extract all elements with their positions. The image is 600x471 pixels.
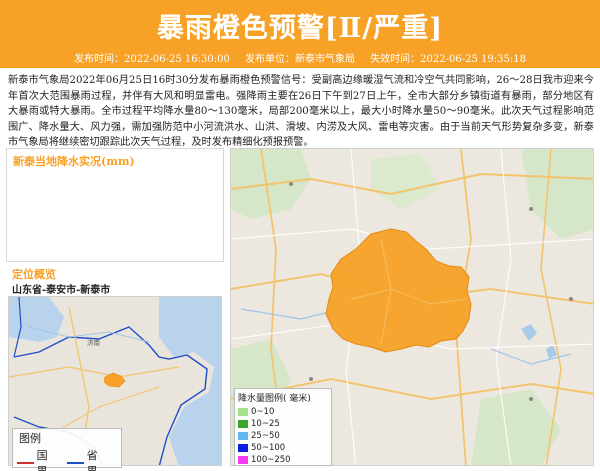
rainfall-panel: 新泰当地降水实况(mm) xyxy=(6,148,224,262)
overview-map-legend: 图例 国界 省界 xyxy=(12,428,122,471)
swatch-100-250 xyxy=(238,456,248,464)
overview-legend-title: 图例 xyxy=(19,432,41,445)
national-border-swatch xyxy=(17,462,34,464)
overview-legend-row: 国界 省界 xyxy=(13,447,121,471)
warning-description: 新泰市气象局2022年06月25日16时30分发布暴雨橙色预警信号：受副高边缘暖… xyxy=(8,75,594,148)
swatch-25-50 xyxy=(238,432,248,440)
provincial-border-label: 省界 xyxy=(86,449,98,471)
rainfall-legend-row: 100~250 xyxy=(235,454,331,466)
swatch-50-100 xyxy=(238,444,248,452)
publish-time: 发布时间：2022-06-25 16:30:00 xyxy=(74,54,230,65)
provincial-border-swatch xyxy=(67,462,84,464)
publish-unit: 发布单位：新泰市气象局 xyxy=(245,54,355,65)
location-title: 定位概览 xyxy=(12,268,56,281)
rainfall-legend-row: 50~100 xyxy=(235,442,331,454)
expire-time: 失效时间：2022-06-25 19:35:18 xyxy=(370,54,526,65)
swatch-10-25 xyxy=(238,420,248,428)
rainfall-legend-row: 10~25 xyxy=(235,418,331,430)
rainfall-legend-row: 25~50 xyxy=(235,430,331,442)
legend-label-0-10: 0~10 xyxy=(251,407,275,417)
warning-title: 暴雨橙色预警[Ⅱ/严重] xyxy=(156,13,444,44)
overview-map-label-jinan: 济南 xyxy=(87,338,101,347)
rainfall-legend-title: 降水量图例( 毫米) xyxy=(238,394,311,404)
national-border-label: 国界 xyxy=(36,449,48,471)
legend-label-10-25: 10~25 xyxy=(251,419,280,429)
rainfall-legend-row: 0~10 xyxy=(235,406,331,418)
swatch-0-10 xyxy=(238,408,248,416)
location-path: 山东省-泰安市-新泰市 xyxy=(12,285,111,296)
legend-label-100-250: 100~250 xyxy=(251,455,291,465)
rainfall-panel-title: 新泰当地降水实况(mm) xyxy=(13,155,135,168)
warning-meta: 发布时间：2022-06-25 16:30:00 发布单位：新泰市气象局 失效时… xyxy=(0,50,600,65)
legend-national-border: 国界 xyxy=(17,447,57,471)
warning-header: 暴雨橙色预警[Ⅱ/严重] 发布时间：2022-06-25 16:30:00 发布… xyxy=(0,0,600,68)
legend-label-50-100: 50~100 xyxy=(251,443,286,453)
legend-label-25-50: 25~50 xyxy=(251,431,280,441)
legend-provincial-border: 省界 xyxy=(67,447,107,471)
rainfall-legend: 降水量图例( 毫米) 0~10 10~25 25~50 50~100 100~2… xyxy=(234,388,332,466)
